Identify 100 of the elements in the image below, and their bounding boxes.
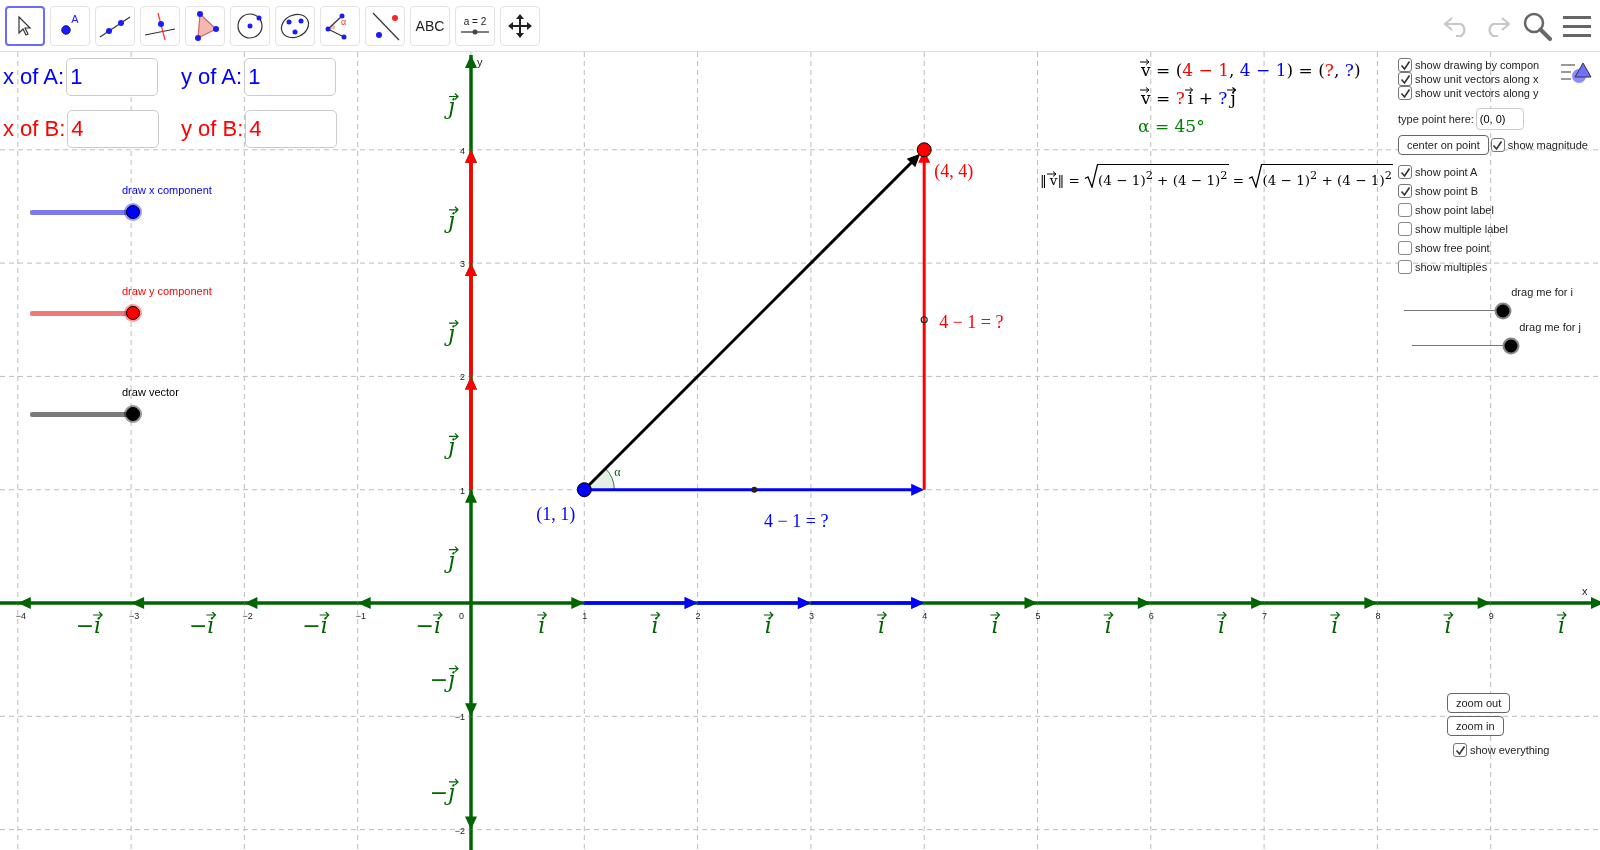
x-tick-label: 5 [1035, 611, 1041, 621]
checkbox[interactable] [1398, 165, 1412, 179]
formula-text: α = 45° [1138, 115, 1206, 138]
formula-text: v = ? i + ? j [1138, 86, 1361, 110]
checkbox[interactable] [1398, 58, 1412, 72]
move-arrows-icon [507, 12, 533, 39]
vector-label: i [763, 611, 774, 638]
checkbox-label: show unit vectors along x [1415, 73, 1539, 85]
angle-label: α [614, 464, 621, 479]
zoom-button[interactable]: zoom in [1447, 716, 1504, 736]
y-tick-label: −2 [454, 825, 465, 836]
checkbox-label: show everything [1470, 744, 1550, 756]
vector-label: i [1556, 611, 1567, 638]
slider-thumb[interactable] [1502, 337, 1520, 354]
component-label: 4 − 1 = ? [939, 311, 1004, 332]
vector-label: i [649, 611, 661, 638]
zoom-button[interactable]: zoom out [1447, 693, 1511, 713]
vector-label: i [1103, 611, 1114, 638]
slider-thumb[interactable] [1494, 302, 1512, 319]
checkbox[interactable] [1398, 241, 1412, 255]
vector-label: −i [302, 611, 330, 638]
checkbox[interactable] [1398, 184, 1412, 198]
checkbox-label: show free point [1415, 242, 1490, 254]
x-axis-label: x [1582, 585, 1588, 597]
slider-label: draw x component [122, 184, 212, 196]
input-field[interactable]: 1 [244, 58, 337, 96]
x-tick-label: −1 [355, 611, 366, 621]
x-tick-label: 4 [922, 611, 928, 621]
x-tick-label: 7 [1262, 611, 1268, 621]
slider-icon [461, 29, 489, 35]
slider-label: drag me for i [1511, 286, 1573, 298]
point-b[interactable] [916, 142, 932, 158]
center-button[interactable]: center on point [1398, 135, 1489, 155]
input-label: y of B: [181, 116, 244, 142]
point-a[interactable] [576, 482, 592, 498]
perpendicular-line-icon [143, 10, 177, 41]
x-tick-label: 2 [695, 611, 701, 621]
checkbox-label: show multiples [1415, 261, 1488, 273]
checkbox[interactable] [1398, 72, 1412, 86]
x-tick-label: −2 [242, 611, 253, 621]
checkbox[interactable] [1398, 203, 1412, 217]
slider-thumb[interactable] [126, 407, 140, 421]
slider-label: draw y component [122, 285, 212, 297]
checkbox-label: show unit vectors along y [1415, 87, 1539, 99]
circle-icon [235, 10, 265, 41]
point-icon [61, 24, 72, 35]
style-bar-toggle-icon[interactable] [1561, 61, 1593, 85]
vector-label: −i [415, 611, 443, 638]
x-tick-label: 1 [582, 611, 588, 621]
x-tick-label: −4 [15, 611, 27, 621]
tool-button[interactable]: a = 2 [455, 5, 495, 46]
input-label: x of A: [3, 64, 65, 90]
y-tick-label: 3 [460, 259, 465, 270]
checkbox-label: show point A [1415, 166, 1478, 178]
point-input-field[interactable]: (0, 0) [1475, 108, 1524, 130]
checkbox[interactable] [1398, 260, 1412, 274]
vector-label: i [1329, 611, 1341, 638]
tool-button[interactable]: ABC [410, 5, 450, 46]
checkbox-label: show point label [1415, 204, 1494, 216]
checkbox[interactable] [1398, 222, 1412, 236]
y-tick-label: 1 [460, 485, 465, 496]
checkbox[interactable] [1453, 743, 1467, 757]
menu-icon[interactable] [1562, 13, 1592, 38]
x-tick-label: 3 [808, 611, 814, 621]
input-field[interactable]: 4 [67, 110, 160, 148]
y-tick-label: −1 [454, 712, 465, 723]
tool-button[interactable]: α [320, 5, 360, 46]
slider-thumb[interactable] [126, 306, 140, 320]
input-label: type point here: [1398, 113, 1474, 125]
checkbox-label: show point B [1415, 185, 1478, 197]
vector-label: i [989, 611, 1001, 638]
vector-label: i [876, 611, 887, 638]
slider-label: draw vector [122, 386, 179, 398]
input-field[interactable]: 1 [66, 58, 159, 96]
slider-thumb[interactable] [126, 205, 140, 219]
x-tick-label: 6 [1148, 611, 1154, 621]
component-label: 4 − 1 = ? [764, 510, 829, 531]
y-tick-label: 4 [460, 145, 465, 156]
x-tick-label: 8 [1375, 611, 1381, 621]
point-label: (4, 4) [934, 160, 974, 181]
vector-label: −i [75, 611, 103, 638]
checkbox-label: show multiple label [1415, 223, 1508, 235]
checkbox[interactable] [1398, 86, 1412, 100]
vector-label: i [536, 611, 548, 638]
tool-button[interactable]: A [50, 5, 90, 46]
input-field[interactable]: 4 [245, 110, 338, 148]
x-tick-label: −3 [129, 611, 140, 621]
input-label: y of A: [181, 64, 243, 90]
midpoint-dot [751, 486, 758, 493]
search-icon[interactable] [1522, 10, 1552, 41]
checkbox[interactable] [1490, 138, 1505, 152]
vector-label: i [1443, 611, 1454, 638]
slider-label: drag me for j [1519, 321, 1581, 333]
x-tick-label: 0 [459, 611, 464, 621]
magnitude-formula: ‖ v‖ = (4 − 1)$^{2}$ + (4 − 1)$^{2}$ = (4 − 1)$^{2}$ + (4 − 1)$^{2}$ [1040, 164, 1393, 188]
formula-text: v = (4 − 1, 4 − 1) = (?, ?) [1138, 58, 1361, 82]
vector-label: i [1216, 611, 1227, 638]
y-tick-label: 2 [460, 372, 465, 383]
x-tick-label: 9 [1488, 611, 1494, 621]
checkbox-label: show magnitude [1507, 139, 1588, 151]
